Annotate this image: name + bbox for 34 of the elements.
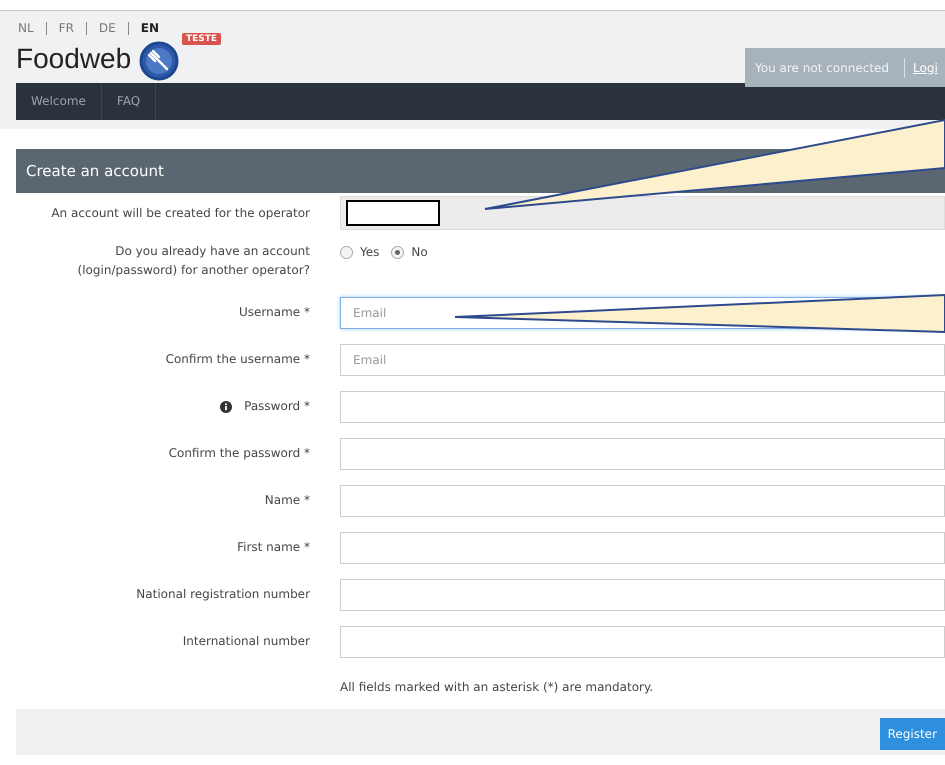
field-label: Password * [244, 398, 310, 415]
radio-option[interactable]: Yes [340, 245, 380, 259]
text-input[interactable] [340, 438, 945, 470]
field-label: Do you already have an account (login/password) for another operator? [76, 243, 310, 279]
test-badge: TESTE [182, 33, 222, 45]
register-button[interactable]: Register [880, 718, 945, 750]
connection-status: You are not connected [755, 60, 890, 74]
info-icon[interactable] [220, 400, 232, 412]
radio-option[interactable]: No [391, 245, 428, 259]
text-input[interactable] [340, 532, 945, 564]
text-input[interactable] [340, 484, 945, 516]
nav-item[interactable]: Welcome [16, 83, 102, 120]
field-label: Confirm the password * [168, 445, 310, 462]
field-label: Name * [264, 492, 310, 509]
fork-logo-icon [139, 41, 180, 81]
radio-button[interactable] [391, 246, 404, 258]
text-input[interactable] [340, 578, 945, 610]
language-link[interactable]: DE [98, 21, 116, 35]
field-label: An account will be created for the operator [51, 204, 310, 222]
field-label: International number [182, 633, 310, 650]
language-link[interactable]: NL [18, 21, 34, 35]
language-link[interactable]: FR [58, 21, 74, 35]
nav-item[interactable]: FAQ [102, 83, 156, 120]
mandatory-note: All fields marked with an asterisk (*) are mandatory. [340, 680, 654, 694]
text-input[interactable]: Email [340, 344, 945, 376]
radio-button[interactable] [340, 246, 353, 258]
text-input[interactable] [340, 626, 945, 658]
text-input[interactable] [340, 390, 945, 422]
field-label: First name * [237, 539, 310, 556]
field-label: Confirm the username * [166, 351, 310, 368]
site-logo-text: Foodweb [16, 43, 132, 75]
language-link[interactable]: EN [140, 21, 159, 35]
field-label: National registration number [136, 586, 310, 603]
field-label: Username * [239, 304, 310, 321]
